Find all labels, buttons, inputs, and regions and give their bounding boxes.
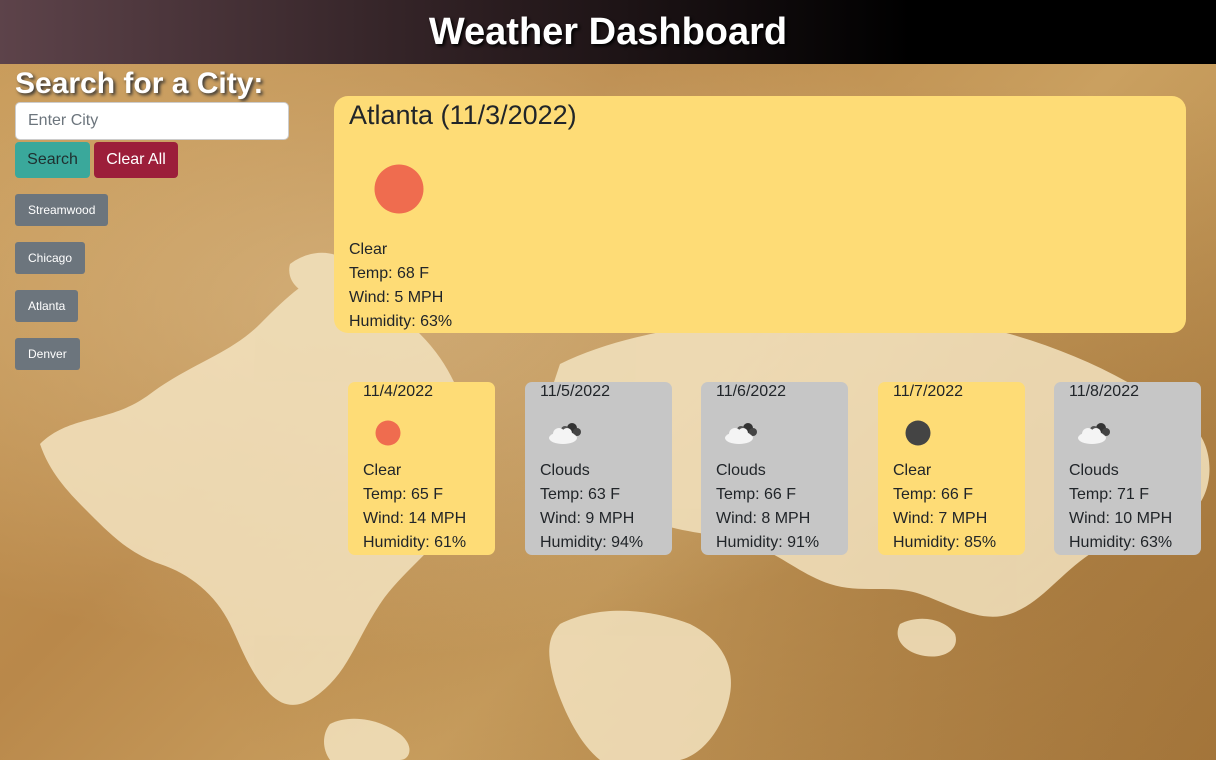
forecast-condition: Clear xyxy=(363,462,402,479)
moon-icon xyxy=(905,420,931,446)
forecast-temp: Temp: 66 F xyxy=(716,486,797,503)
forecast-temp: Temp: 63 F xyxy=(540,486,621,503)
search-heading: Search for a City: xyxy=(15,67,264,100)
page-title: Weather Dashboard xyxy=(428,10,788,53)
history-city-button[interactable]: Streamwood xyxy=(15,194,109,226)
forecast-details: Clouds Temp: 71 F Wind: 10 MPH Humidity:… xyxy=(1069,459,1172,555)
forecast-temp: Temp: 66 F xyxy=(893,486,974,503)
current-weather-details: Clear Temp: 68 F Wind: 5 MPH Humidity: 6… xyxy=(349,238,452,334)
history-city-button[interactable]: Chicago xyxy=(15,242,86,274)
forecast-humidity: Humidity: 94% xyxy=(540,534,644,551)
history-city-button[interactable]: Denver xyxy=(15,338,80,370)
forecast-temp: Temp: 65 F xyxy=(363,486,444,503)
clouds-icon xyxy=(549,423,581,444)
forecast-condition: Clouds xyxy=(1069,462,1119,479)
forecast-date: 11/5/2022 xyxy=(540,383,610,400)
forecast-condition: Clear xyxy=(893,462,932,479)
app-header: Weather Dashboard xyxy=(0,0,1216,64)
clouds-icon xyxy=(725,423,757,444)
forecast-details: Clouds Temp: 66 F Wind: 8 MPH Humidity: … xyxy=(716,459,819,555)
forecast-wind: Wind: 8 MPH xyxy=(716,510,811,527)
sun-icon xyxy=(375,420,401,446)
clear-all-button[interactable]: Clear All xyxy=(94,142,178,178)
forecast-humidity: Humidity: 63% xyxy=(1069,534,1173,551)
search-actions: Search Clear All xyxy=(15,142,315,178)
forecast-card: 11/8/2022 Clouds Temp: 71 F Wind: 10 MPH… xyxy=(1054,382,1201,555)
forecast-wind: Wind: 9 MPH xyxy=(540,510,635,527)
forecast-card: 11/4/2022 Clear Temp: 65 F Wind: 14 MPH … xyxy=(348,382,495,555)
search-panel: Search for a City: Search Clear All Stre… xyxy=(15,66,315,370)
forecast-wind: Wind: 7 MPH xyxy=(893,510,988,527)
forecast-details: Clear Temp: 65 F Wind: 14 MPH Humidity: … xyxy=(363,459,466,555)
current-temp: Temp: 68 F xyxy=(349,265,430,282)
forecast-humidity: Humidity: 91% xyxy=(716,534,820,551)
forecast-temp: Temp: 71 F xyxy=(1069,486,1150,503)
history-city-button[interactable]: Atlanta xyxy=(15,290,79,322)
current-humidity: Humidity: 63% xyxy=(349,313,453,330)
forecast-wind: Wind: 14 MPH xyxy=(363,510,467,527)
forecast-humidity: Humidity: 85% xyxy=(893,534,997,551)
forecast-condition: Clouds xyxy=(540,462,590,479)
forecast-details: Clouds Temp: 63 F Wind: 9 MPH Humidity: … xyxy=(540,459,643,555)
search-history-list: Streamwood Chicago Atlanta Denver xyxy=(15,194,315,370)
search-button[interactable]: Search xyxy=(15,142,90,178)
city-search-input[interactable] xyxy=(15,102,289,140)
forecast-date: 11/6/2022 xyxy=(716,383,786,400)
forecast-date: 11/8/2022 xyxy=(1069,383,1139,400)
forecast-card: 11/5/2022 Clouds Temp: 63 F Wind: 9 MPH … xyxy=(525,382,672,555)
current-city-title: Atlanta (11/3/2022) xyxy=(349,100,577,130)
forecast-date: 11/4/2022 xyxy=(363,383,433,400)
sun-icon xyxy=(374,164,424,214)
current-weather-card: Atlanta (11/3/2022) Clear Temp: 68 F Win… xyxy=(334,96,1186,333)
current-condition: Clear xyxy=(349,241,388,258)
forecast-date: 11/7/2022 xyxy=(893,383,963,400)
forecast-humidity: Humidity: 61% xyxy=(363,534,467,551)
forecast-details: Clear Temp: 66 F Wind: 7 MPH Humidity: 8… xyxy=(893,459,996,555)
current-wind: Wind: 5 MPH xyxy=(349,289,444,306)
forecast-condition: Clouds xyxy=(716,462,766,479)
clouds-icon xyxy=(1078,423,1110,444)
five-day-forecast: 11/4/2022 Clear Temp: 65 F Wind: 14 MPH … xyxy=(348,382,1208,558)
forecast-card: 11/6/2022 Clouds Temp: 66 F Wind: 8 MPH … xyxy=(701,382,848,555)
forecast-wind: Wind: 10 MPH xyxy=(1069,510,1173,527)
forecast-card: 11/7/2022 Clear Temp: 66 F Wind: 7 MPH H… xyxy=(878,382,1025,555)
